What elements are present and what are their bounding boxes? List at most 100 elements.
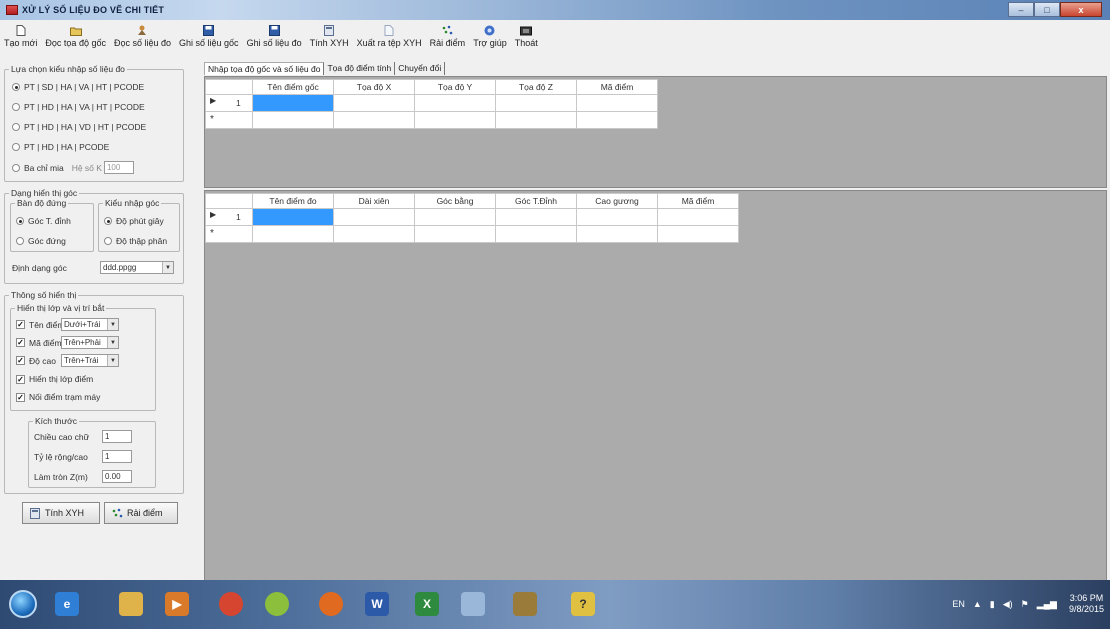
- calc-xyh-button[interactable]: Tính XYH: [22, 502, 100, 524]
- table-cell[interactable]: [334, 209, 415, 226]
- angle-input-decimal[interactable]: Độ thập phân: [104, 236, 167, 246]
- taskbar-app-word[interactable]: W: [360, 588, 394, 620]
- table-cell[interactable]: [253, 95, 334, 112]
- tab-convert[interactable]: Chuyển đổi: [395, 62, 446, 75]
- taskbar-app-excel[interactable]: X: [410, 588, 444, 620]
- close-button[interactable]: x: [1060, 2, 1102, 17]
- table-cell[interactable]: [496, 112, 577, 129]
- row-header[interactable]: *: [205, 112, 253, 129]
- column-header[interactable]: Mã điểm: [658, 193, 739, 209]
- start-button[interactable]: [6, 588, 40, 620]
- ratio-input[interactable]: 1: [102, 450, 132, 463]
- text-height-input[interactable]: 1: [102, 430, 132, 443]
- point-name-position-select[interactable]: Dưới+Trái ▼: [61, 318, 119, 331]
- taskbar-app-chrome[interactable]: [214, 588, 248, 620]
- table-cell[interactable]: [334, 95, 415, 112]
- radio-button[interactable]: [16, 237, 24, 245]
- taskbar-app-help[interactable]: ?: [566, 588, 600, 620]
- table-cell[interactable]: [496, 95, 577, 112]
- column-header[interactable]: Tọa độ X: [334, 79, 415, 95]
- chevron-down-icon[interactable]: ▼: [107, 355, 118, 366]
- show-point-layer-checkbox[interactable]: ✓: [16, 374, 25, 384]
- taskbar-app-paint[interactable]: [260, 588, 294, 620]
- table-cell[interactable]: [415, 112, 496, 129]
- row-header[interactable]: ▶ 1: [205, 95, 253, 112]
- taskbar-app-firefox[interactable]: [314, 588, 348, 620]
- point-code-checkbox[interactable]: ✓: [16, 338, 25, 347]
- scatter-points-button[interactable]: Rải điểm: [104, 502, 178, 524]
- table-cell[interactable]: [415, 209, 496, 226]
- table-cell[interactable]: [577, 112, 658, 129]
- input-type-option-2[interactable]: PT | HD | HA | VA | HT | PCODE: [12, 102, 145, 112]
- taskbar-app-paintbrush[interactable]: [456, 588, 490, 620]
- radio-button[interactable]: [16, 217, 24, 225]
- toolbar-read-survey-button[interactable]: Đọc số liệu đo: [114, 25, 171, 52]
- table-cell[interactable]: [577, 95, 658, 112]
- column-header[interactable]: Góc bằng: [415, 193, 496, 209]
- table-cell[interactable]: [658, 209, 739, 226]
- minimize-button[interactable]: –: [1008, 2, 1034, 17]
- row-header[interactable]: *: [205, 226, 253, 243]
- network-icon[interactable]: ▮: [990, 599, 995, 610]
- elevation-checkbox[interactable]: ✓: [16, 356, 25, 365]
- column-header[interactable]: Mã điểm: [577, 79, 658, 95]
- table-cell[interactable]: [577, 226, 658, 243]
- chevron-down-icon[interactable]: ▼: [107, 337, 118, 348]
- radio-button[interactable]: [12, 103, 20, 111]
- radio-button[interactable]: [12, 143, 20, 151]
- angle-input-dms[interactable]: Độ phút giây: [104, 216, 164, 226]
- table-cell[interactable]: [253, 112, 334, 129]
- tab-computed-points[interactable]: Tọa độ điểm tính: [324, 62, 396, 75]
- toolbar-new-button[interactable]: Tạo mới: [4, 25, 37, 52]
- table-cell[interactable]: [334, 112, 415, 129]
- elevation-position-select[interactable]: Trên+Trái ▼: [61, 354, 119, 367]
- tray-expand-icon[interactable]: ▲: [973, 599, 982, 609]
- radio-button[interactable]: [104, 237, 112, 245]
- table-cell[interactable]: [658, 226, 739, 243]
- taskbar-app-explorer[interactable]: [114, 588, 148, 620]
- toolbar-read-origin-button[interactable]: Đọc tọa độ gốc: [45, 25, 106, 52]
- table-cell[interactable]: [334, 226, 415, 243]
- table-cell[interactable]: [253, 209, 334, 226]
- input-type-option-4[interactable]: PT | HD | HA | PCODE: [12, 142, 109, 152]
- column-header[interactable]: Dài xiên: [334, 193, 415, 209]
- toolbar-save-survey-button[interactable]: Ghi số liệu đo: [247, 25, 302, 52]
- input-type-option-3[interactable]: PT | HD | HA | VD | HT | PCODE: [12, 122, 146, 132]
- vertical-option-zenith[interactable]: Góc T. đỉnh: [16, 216, 71, 226]
- angle-format-select[interactable]: ddd.ppgg ▼: [100, 261, 174, 274]
- connect-station-row[interactable]: ✓ Nối điểm trạm máy: [16, 392, 100, 402]
- tab-origin-and-survey[interactable]: Nhập tọa độ gốc và số liệu đo: [204, 62, 325, 75]
- taskbar-app-lamp[interactable]: [508, 588, 542, 620]
- signal-icon[interactable]: ▂▄▆: [1037, 599, 1057, 610]
- point-name-checkbox[interactable]: ✓: [16, 320, 25, 329]
- column-header[interactable]: Tên điểm gốc: [253, 79, 334, 95]
- point-code-position-select[interactable]: Trên+Phải ▼: [61, 336, 119, 349]
- chevron-down-icon[interactable]: ▼: [107, 319, 118, 330]
- clock[interactable]: 3:06 PM 9/8/2015: [1069, 593, 1104, 615]
- toolbar-export-xyh-button[interactable]: Xuất ra tệp XYH: [357, 25, 422, 52]
- table-cell[interactable]: [415, 226, 496, 243]
- column-header[interactable]: Cao gương: [577, 193, 658, 209]
- column-header[interactable]: Tọa độ Z: [496, 79, 577, 95]
- table-cell[interactable]: [415, 95, 496, 112]
- table-cell[interactable]: [253, 226, 334, 243]
- radio-button[interactable]: [12, 123, 20, 131]
- radio-button[interactable]: [104, 217, 112, 225]
- column-header[interactable]: Góc T.Đỉnh: [496, 193, 577, 209]
- chevron-down-icon[interactable]: ▼: [162, 262, 173, 273]
- table-cell[interactable]: [577, 209, 658, 226]
- vertical-option-vertical[interactable]: Góc đứng: [16, 236, 66, 246]
- volume-icon[interactable]: ◀): [1003, 599, 1013, 610]
- toolbar-save-origin-button[interactable]: Ghi số liệu gốc: [179, 25, 239, 52]
- row-header[interactable]: ▶ 1: [205, 209, 253, 226]
- toolbar-exit-button[interactable]: Thoát: [515, 25, 538, 52]
- radio-button[interactable]: [12, 163, 20, 172]
- show-point-layer-row[interactable]: ✓ Hiển thị lớp điểm: [16, 374, 93, 384]
- taskbar-app-ie[interactable]: e: [50, 588, 84, 620]
- table-cell[interactable]: [496, 209, 577, 226]
- input-type-option-1[interactable]: PT | SD | HA | VA | HT | PCODE: [12, 82, 144, 92]
- column-header[interactable]: Tên điểm đo: [253, 193, 334, 209]
- input-type-option-5[interactable]: Ba chỉ mia Hệ số K 100: [12, 161, 134, 174]
- flag-icon[interactable]: ⚑: [1021, 599, 1029, 610]
- column-header[interactable]: Tọa độ Y: [415, 79, 496, 95]
